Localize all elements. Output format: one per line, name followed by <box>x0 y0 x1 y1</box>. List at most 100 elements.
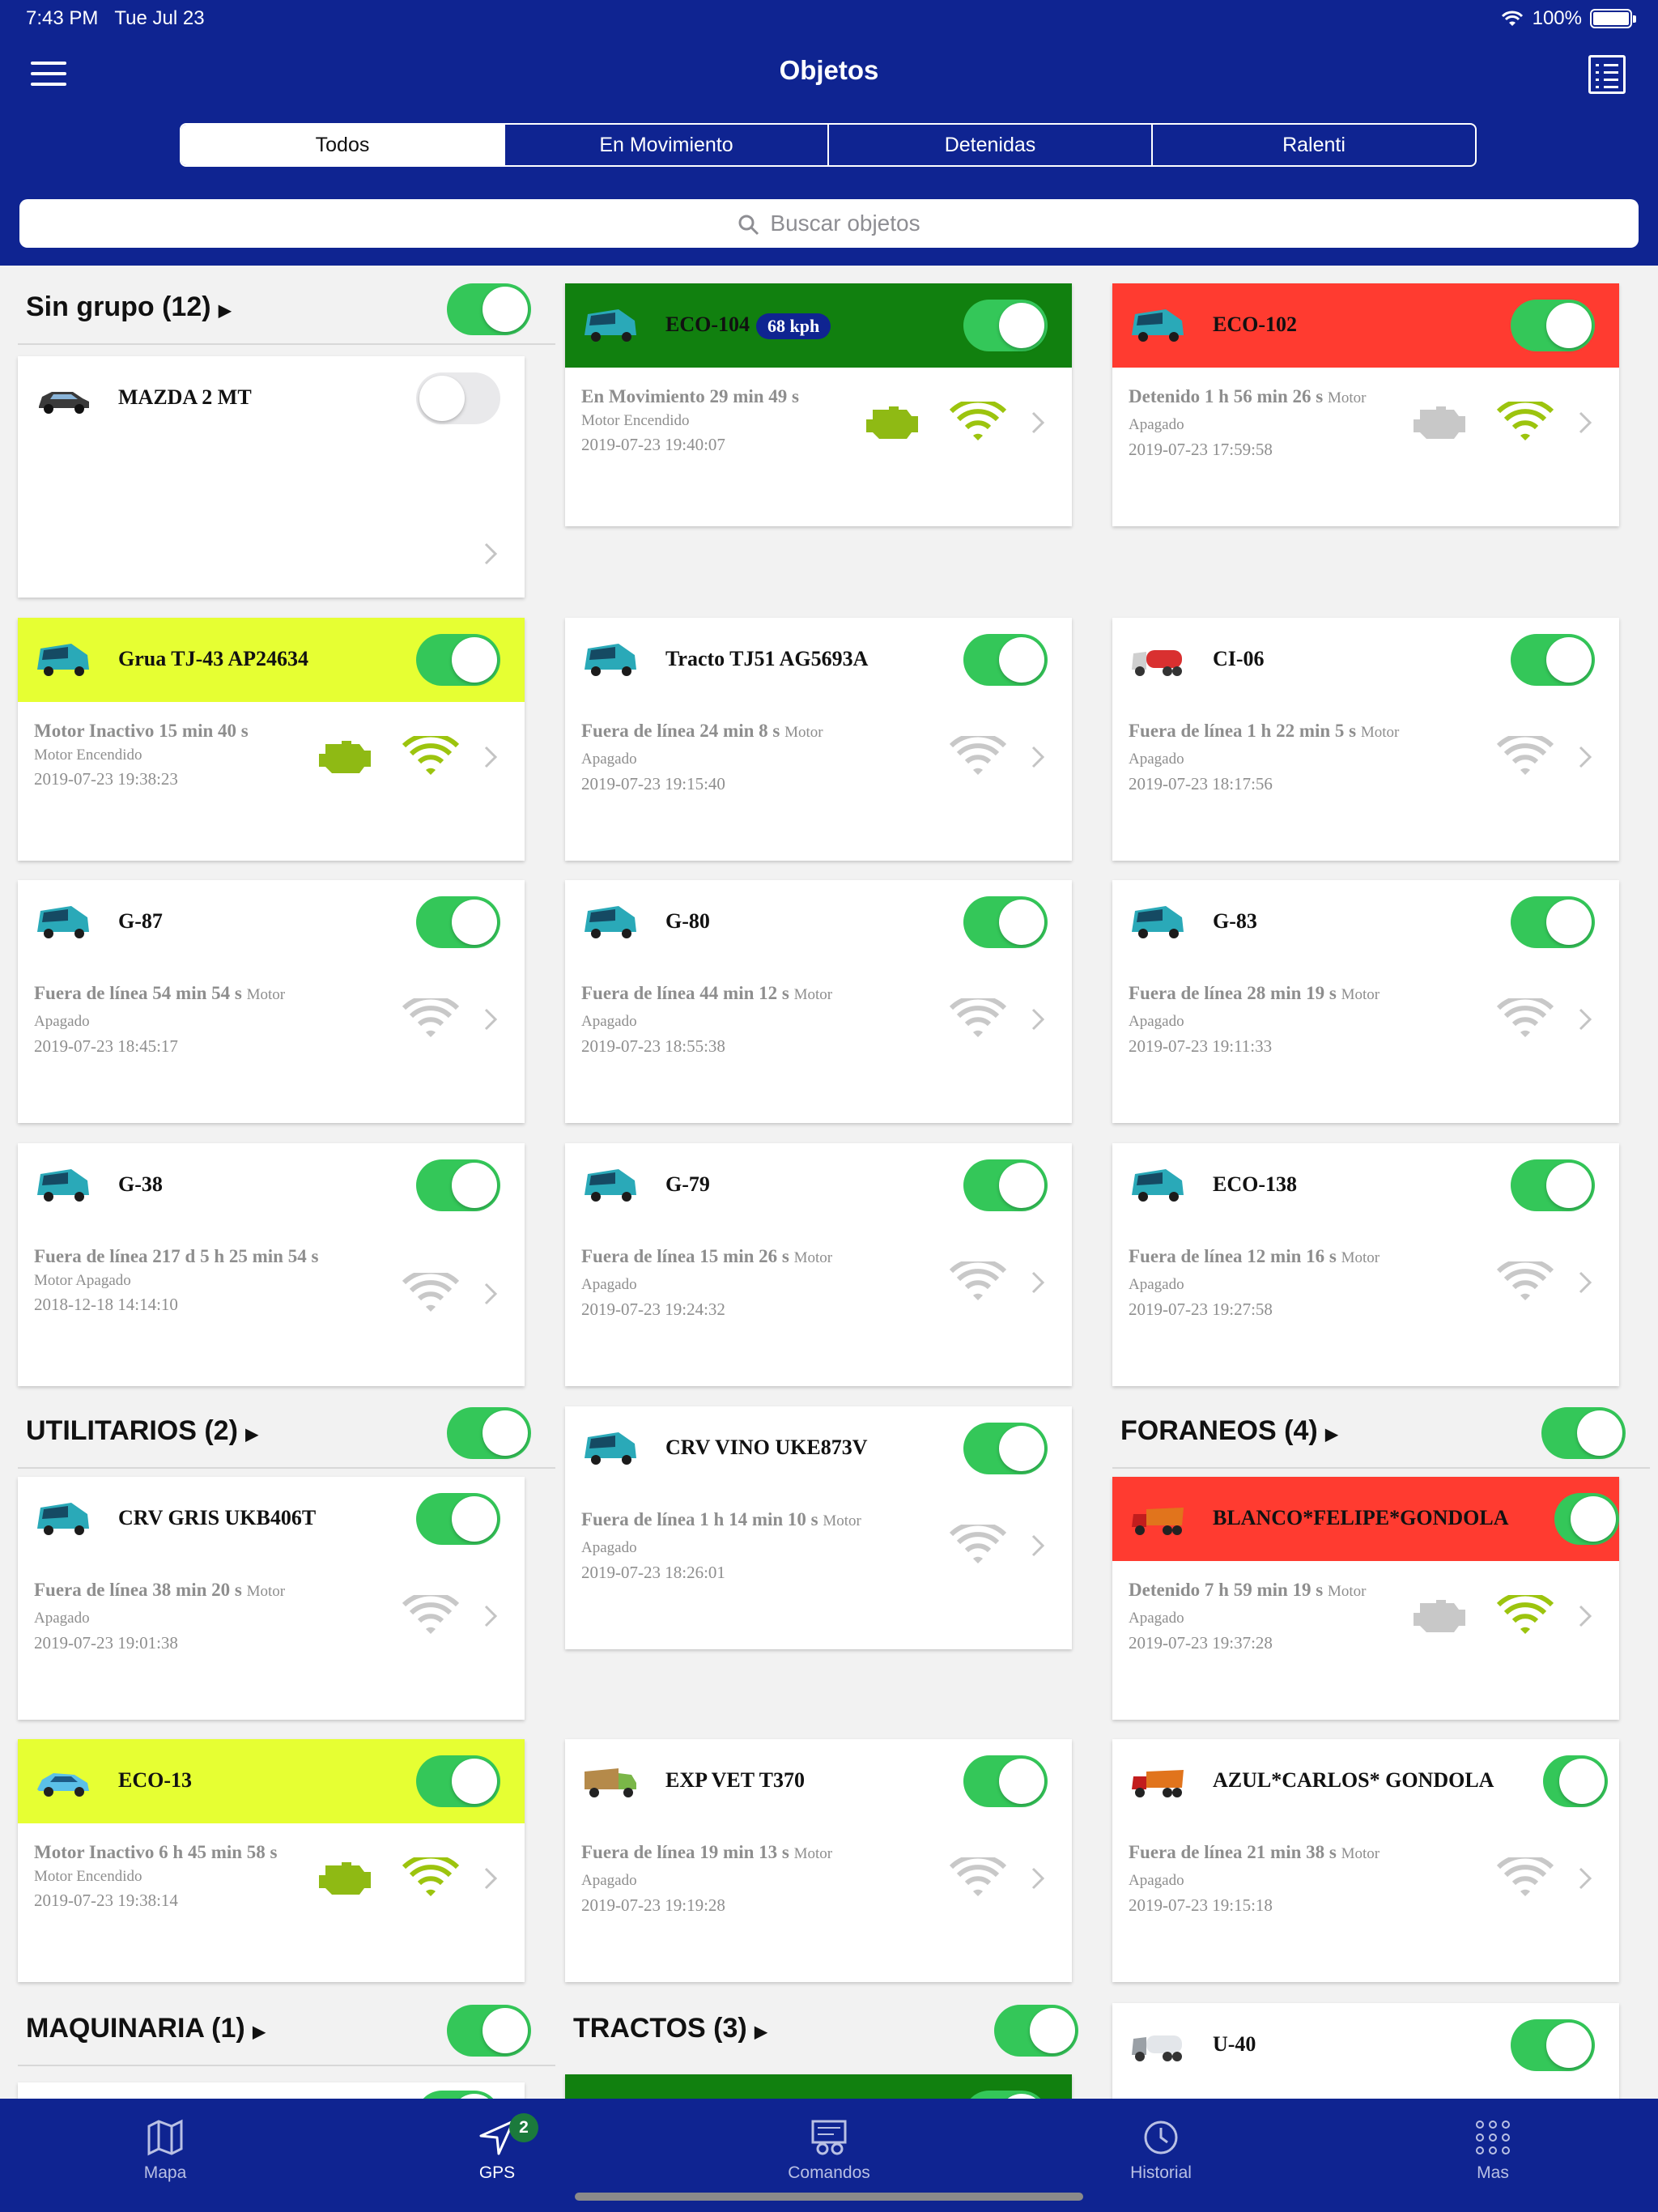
vehicle-toggle[interactable] <box>963 1159 1048 1211</box>
vehicle-card[interactable]: Tracto TJ51 AG5693A Fuera de línea 24 mi… <box>565 618 1072 861</box>
engine-icon <box>866 406 918 439</box>
chevron-right-icon[interactable] <box>1577 410 1595 436</box>
engine-icon <box>1414 406 1465 439</box>
tab-mas[interactable]: Mas <box>1420 2118 1566 2183</box>
vehicle-card[interactable]: BLANCO*FELIPE*GONDOLA Detenido 7 h 59 mi… <box>1112 1477 1619 1720</box>
vehicle-card[interactable]: Grua TJ-43 AP24634 Motor Inactivo 15 min… <box>18 618 525 861</box>
vehicle-card[interactable]: G-79 Fuera de línea 15 min 26 s Motor Ap… <box>565 1143 1072 1386</box>
search-input[interactable]: Buscar objetos <box>19 199 1639 248</box>
van-icon <box>585 309 636 342</box>
vehicle-name: U-40 <box>1213 2032 1256 2056</box>
van-icon <box>585 1432 636 1465</box>
group-title: FORANEOS (4) <box>1120 1415 1318 1446</box>
chevron-right-icon[interactable] <box>1030 744 1048 770</box>
vehicle-toggle[interactable] <box>1511 300 1595 351</box>
timestamp: 2019-07-23 19:11:33 <box>1129 1036 1273 1056</box>
vehicle-toggle[interactable] <box>416 1493 500 1545</box>
tab-historial[interactable]: Historial <box>1088 2118 1234 2183</box>
status-time: 7:43 PM Tue Jul 23 <box>26 7 205 29</box>
group-toggle[interactable] <box>1541 1407 1626 1459</box>
group-toggle[interactable] <box>447 1407 531 1459</box>
chevron-right-icon[interactable] <box>1577 1603 1595 1629</box>
chevron-right-icon[interactable] <box>1030 410 1048 436</box>
vehicle-toggle[interactable] <box>416 1755 500 1807</box>
group-toggle[interactable] <box>447 2005 531 2057</box>
tab-mapa[interactable]: Mapa <box>92 2118 238 2183</box>
vehicle-card[interactable]: G-83 Fuera de línea 28 min 19 s Motor Ap… <box>1112 880 1619 1123</box>
engine-status: Motor Encendido <box>581 412 690 429</box>
vehicle-toggle[interactable] <box>1511 2019 1595 2071</box>
vehicle-toggle[interactable] <box>963 896 1048 948</box>
segment-detenidas[interactable]: Detenidas <box>829 125 1153 165</box>
group-header-tractos[interactable]: TRACTOS (3) ▶ <box>565 1989 1103 2066</box>
vehicle-toggle[interactable] <box>1511 1159 1595 1211</box>
vehicle-name: G-38 <box>118 1172 163 1196</box>
vehicle-status: Fuera de línea 15 min 26 s <box>581 1246 789 1266</box>
chevron-right-icon[interactable] <box>1577 1006 1595 1032</box>
chevron-right-icon[interactable] <box>1577 744 1595 770</box>
vehicle-toggle[interactable] <box>1554 1493 1619 1545</box>
vehicle-name: ECO-102 <box>1213 313 1297 336</box>
timestamp: 2019-07-23 19:27:58 <box>1129 1300 1273 1319</box>
chevron-right-icon[interactable] <box>483 1865 500 1891</box>
caret-right-icon: ▶ <box>245 1426 258 1444</box>
filter-segmented-control: Todos En Movimiento Detenidas Ralenti <box>180 123 1477 167</box>
chevron-right-icon[interactable] <box>1577 1865 1595 1891</box>
vehicle-card[interactable]: EXP VET T370 Fuera de línea 19 min 13 s … <box>565 1739 1072 1982</box>
vehicle-card[interactable]: ECO-13 Motor Inactivo 6 h 45 min 58 s Mot… <box>18 1739 525 1982</box>
vehicle-toggle[interactable] <box>963 634 1048 686</box>
chevron-right-icon[interactable] <box>1030 1865 1048 1891</box>
group-header-utilitarios[interactable]: UTILITARIOS (2) ▶ <box>18 1391 555 1469</box>
vehicle-toggle[interactable] <box>963 1755 1048 1807</box>
chevron-right-icon[interactable] <box>1030 1006 1048 1032</box>
vehicle-toggle[interactable] <box>416 372 500 424</box>
vehicle-toggle[interactable] <box>1543 1755 1608 1807</box>
vehicle-toggle[interactable] <box>1511 634 1595 686</box>
chevron-right-icon[interactable] <box>483 1603 500 1629</box>
vehicle-card[interactable]: G-38 Fuera de línea 217 d 5 h 25 min 54 … <box>18 1143 525 1386</box>
chevron-right-icon[interactable] <box>483 541 500 567</box>
vehicle-toggle[interactable] <box>416 1159 500 1211</box>
vehicle-toggle[interactable] <box>1511 896 1595 948</box>
vehicle-status: Detenido 7 h 59 min 19 s <box>1129 1580 1324 1600</box>
vehicle-card[interactable]: CRV GRIS UKB406T Fuera de línea 38 min 2… <box>18 1477 525 1720</box>
home-indicator[interactable] <box>575 2193 1083 2201</box>
tab-comandos[interactable]: Comandos <box>756 2118 902 2183</box>
timestamp: 2019-07-23 18:45:17 <box>34 1036 178 1056</box>
group-toggle[interactable] <box>994 2005 1078 2057</box>
vehicle-card[interactable]: AZUL*CARLOS* GONDOLA Fuera de línea 21 m… <box>1112 1739 1619 1982</box>
tab-gps[interactable]: 2 GPS <box>424 2113 570 2183</box>
timestamp: 2019-07-23 18:17:56 <box>1129 774 1273 793</box>
signal-icon <box>949 998 1007 1037</box>
battery-percent: 100% <box>1532 7 1582 29</box>
segment-en-movimiento[interactable]: En Movimiento <box>505 125 829 165</box>
vehicle-toggle[interactable] <box>963 300 1048 351</box>
chevron-right-icon[interactable] <box>483 1281 500 1307</box>
segment-todos[interactable]: Todos <box>181 125 505 165</box>
vehicle-toggle[interactable] <box>416 634 500 686</box>
vehicle-card[interactable]: G-87 Fuera de línea 54 min 54 s Motor Ap… <box>18 880 525 1123</box>
chevron-right-icon[interactable] <box>483 1006 500 1032</box>
tab-label: Mas <box>1477 2163 1509 2182</box>
vehicle-card[interactable]: ECO-104 68 kph En Movimiento 29 min 49 s M… <box>565 283 1072 526</box>
chevron-right-icon[interactable] <box>1030 1533 1048 1559</box>
vehicle-card[interactable]: CRV VINO UKE873V Fuera de línea 1 h 14 m… <box>565 1406 1072 1649</box>
vehicle-card[interactable]: MAZDA 2 MT <box>18 356 525 598</box>
van-icon <box>37 906 89 938</box>
chevron-right-icon[interactable] <box>483 744 500 770</box>
group-header-maquinaria[interactable]: MAQUINARIA (1) ▶ <box>18 1989 555 2066</box>
vehicle-card[interactable]: G-80 Fuera de línea 44 min 12 s Motor Ap… <box>565 880 1072 1123</box>
vehicle-toggle[interactable] <box>963 1423 1048 1474</box>
vehicle-card[interactable]: ECO-138 Fuera de línea 12 min 16 s Motor… <box>1112 1143 1619 1386</box>
chevron-right-icon[interactable] <box>1577 1270 1595 1295</box>
segment-ralenti[interactable]: Ralenti <box>1153 125 1475 165</box>
vehicle-status: Motor Inactivo 6 h 45 min 58 s <box>34 1842 278 1862</box>
group-header-sin-grupo[interactable]: Sin grupo (12) ▶ <box>18 267 555 345</box>
vehicle-card[interactable]: CI-06 Fuera de línea 1 h 22 min 5 s Moto… <box>1112 618 1619 861</box>
group-toggle[interactable] <box>447 283 531 335</box>
vehicle-toggle[interactable] <box>416 896 500 948</box>
list-view-icon[interactable] <box>1588 55 1626 94</box>
chevron-right-icon[interactable] <box>1030 1270 1048 1295</box>
vehicle-card[interactable]: ECO-102 Detenido 1 h 56 min 26 s Motor A… <box>1112 283 1619 526</box>
group-header-foraneos[interactable]: FORANEOS (4) ▶ <box>1112 1391 1650 1469</box>
